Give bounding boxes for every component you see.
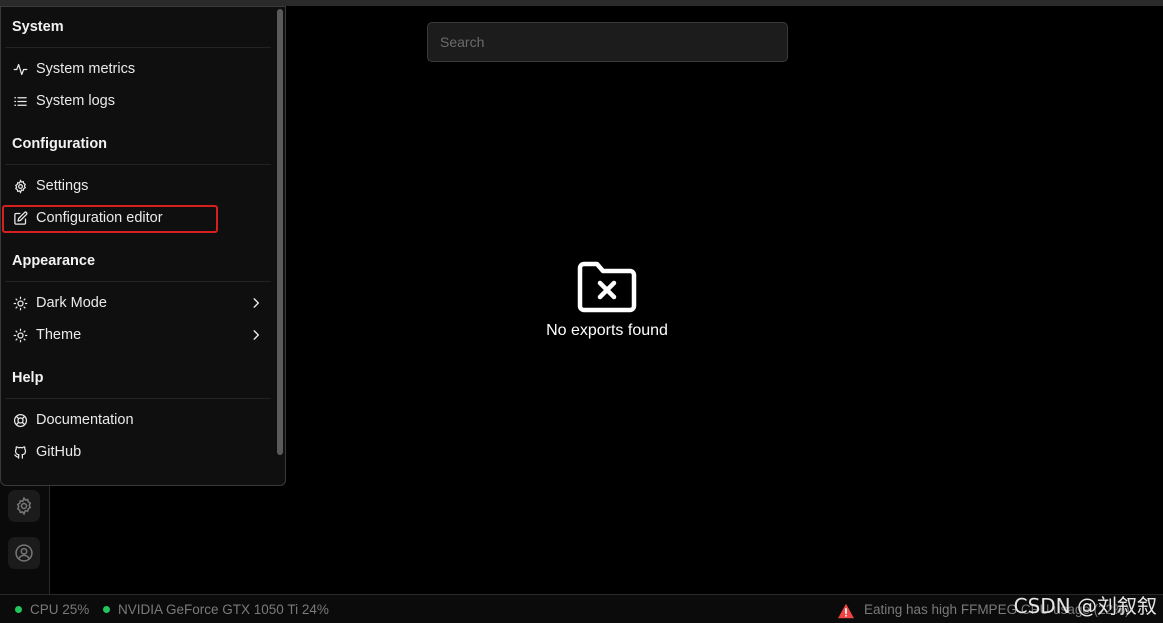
empty-state: No exports found bbox=[507, 258, 707, 340]
menu-item-configuration-editor[interactable]: Configuration editor bbox=[5, 204, 271, 232]
menu-item-label: Dark Mode bbox=[36, 295, 107, 311]
menu-item-documentation[interactable]: Documentation bbox=[5, 406, 271, 434]
menu-item-label: System metrics bbox=[36, 61, 136, 77]
chevron-right-icon bbox=[253, 298, 260, 308]
menu-item-label: Configuration editor bbox=[36, 210, 163, 226]
divider bbox=[5, 47, 271, 48]
chevron-right-icon bbox=[253, 330, 260, 340]
menu-item-settings[interactable]: Settings bbox=[5, 172, 271, 200]
section-title-help: Help bbox=[12, 370, 44, 386]
menu-item-label: Theme bbox=[36, 327, 82, 343]
account-rail-button[interactable] bbox=[8, 537, 40, 569]
gpu-usage[interactable]: NVIDIA GeForce GTX 1050 Ti 24% bbox=[118, 602, 329, 617]
status-bar: CPU 25% NVIDIA GeForce GTX 1050 Ti 24% E… bbox=[0, 594, 1163, 623]
menu-item-label: Documentation bbox=[36, 412, 134, 428]
watermark: CSDN @刘叙叙 bbox=[1013, 594, 1157, 618]
settings-rail-button[interactable] bbox=[8, 490, 40, 522]
section-title-configuration: Configuration bbox=[12, 136, 108, 152]
menu-item-system-logs[interactable]: System logs bbox=[5, 87, 271, 115]
divider bbox=[5, 398, 271, 399]
sun-icon bbox=[12, 295, 28, 311]
menu-item-dark-mode[interactable]: Dark Mode bbox=[5, 289, 271, 317]
divider bbox=[5, 281, 271, 282]
divider bbox=[5, 164, 271, 165]
gpu-status-dot bbox=[103, 606, 110, 613]
menu-item-label: GitHub bbox=[36, 444, 82, 460]
warning-icon bbox=[838, 603, 854, 619]
menu-item-github[interactable]: GitHub bbox=[5, 438, 271, 466]
menu-item-label: Settings bbox=[36, 178, 89, 194]
section-title-system: System bbox=[12, 19, 64, 35]
menu-item-label: System logs bbox=[36, 93, 115, 109]
dropdown-menu: System System metrics System logs Config… bbox=[0, 6, 286, 486]
section-title-appearance: Appearance bbox=[12, 253, 96, 269]
edit-icon bbox=[12, 210, 28, 226]
menu-scrollbar[interactable] bbox=[277, 9, 283, 455]
gear-icon bbox=[12, 178, 28, 194]
search-input[interactable] bbox=[427, 22, 788, 62]
cpu-status-dot bbox=[15, 606, 22, 613]
github-icon bbox=[12, 444, 28, 460]
menu-item-system-metrics[interactable]: System metrics bbox=[5, 55, 271, 83]
folder-x-icon bbox=[577, 261, 637, 313]
lifebuoy-icon bbox=[12, 412, 28, 428]
activity-icon bbox=[12, 61, 28, 77]
menu-item-theme[interactable]: Theme bbox=[5, 321, 271, 349]
user-circle-icon bbox=[15, 544, 33, 562]
gear-icon bbox=[16, 496, 32, 516]
sun-icon bbox=[12, 327, 28, 343]
empty-state-message: No exports found bbox=[546, 322, 668, 339]
cpu-usage[interactable]: CPU 25% bbox=[30, 602, 89, 617]
list-icon bbox=[12, 93, 28, 109]
